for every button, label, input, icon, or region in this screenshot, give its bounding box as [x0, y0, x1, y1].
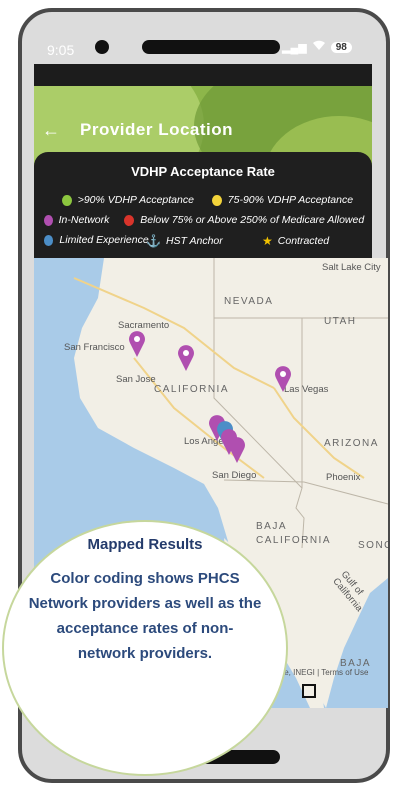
legend-label: In-Network [58, 214, 110, 226]
map-label-utah: UTAH [324, 316, 357, 327]
provider-pin-central-california[interactable] [177, 344, 195, 372]
provider-pin-los-angeles-4[interactable] [228, 436, 246, 464]
map-label-california: CALIFORNIA [154, 384, 230, 395]
legend-label: HST Anchor [165, 235, 223, 247]
legend-item-yellow: 75-90% VDHP Acceptance [212, 194, 354, 206]
status-icons: ▂▄▆ 98 [282, 40, 352, 54]
provider-pin-las-vegas[interactable] [274, 365, 292, 393]
map-label-san-francisco: San Francisco [64, 342, 125, 353]
page-title: Provider Location [80, 120, 234, 139]
legend-item-star: ★ Contracted [262, 234, 329, 248]
map-label-san-jose: San Jose [116, 374, 156, 385]
map-label-salt-lake-city: Salt Lake City [322, 262, 381, 273]
legend-label: 75-90% VDHP Acceptance [227, 194, 354, 206]
map-label-nevada: NEVADA [224, 296, 274, 307]
anchor-icon: ⚓ [146, 234, 161, 248]
recent-apps-button[interactable] [302, 684, 316, 698]
speaker-grille [142, 40, 280, 54]
callout-text: Color coding shows PHCS Network provider… [28, 570, 262, 662]
back-arrow-icon[interactable]: ← [42, 120, 60, 141]
wifi-icon [312, 40, 326, 54]
battery-badge: 98 [330, 41, 352, 53]
legend-label: Contracted [277, 235, 330, 247]
legend-item-red: Below 75% or Above 250% of Medicare Allo… [124, 214, 365, 226]
purple-dot-icon [44, 214, 53, 226]
provider-pin-san-francisco[interactable] [128, 330, 146, 358]
legend-item-blue: Limited Experience [44, 234, 150, 246]
callout-title: Mapped Results [87, 536, 203, 553]
legend-label: >90% VDHP Acceptance [77, 194, 194, 206]
legend-item-purple: In-Network [44, 214, 112, 226]
legend-label: Below 75% or Above 250% of Medicare Allo… [140, 214, 365, 226]
blue-dot-icon [44, 234, 54, 246]
legend-item-green: >90% VDHP Acceptance [62, 194, 195, 206]
legend-title: VDHP Acceptance Rate [131, 164, 275, 179]
status-time: 9:05 [47, 42, 75, 58]
red-dot-icon [124, 214, 135, 226]
map-label-arizona: ARIZONA [324, 438, 379, 449]
map-attribution: gle, INEGI | Terms of Use [278, 668, 369, 677]
camera [95, 40, 109, 54]
legend-panel: VDHP Acceptance Rate >90% VDHP Acceptanc… [34, 152, 372, 258]
map-label-phoenix: Phoenix [326, 472, 361, 483]
signal-icon: ▂▄▆ [282, 41, 307, 54]
map-label-san-diego: San Diego [212, 470, 257, 481]
legend-item-anchor: ⚓ HST Anchor [146, 234, 223, 248]
green-dot-icon [62, 194, 72, 206]
yellow-dot-icon [212, 194, 222, 206]
map-label-sonora: SONORA [358, 540, 388, 551]
star-icon: ★ [262, 234, 273, 248]
legend-label: Limited Experience [59, 234, 149, 246]
